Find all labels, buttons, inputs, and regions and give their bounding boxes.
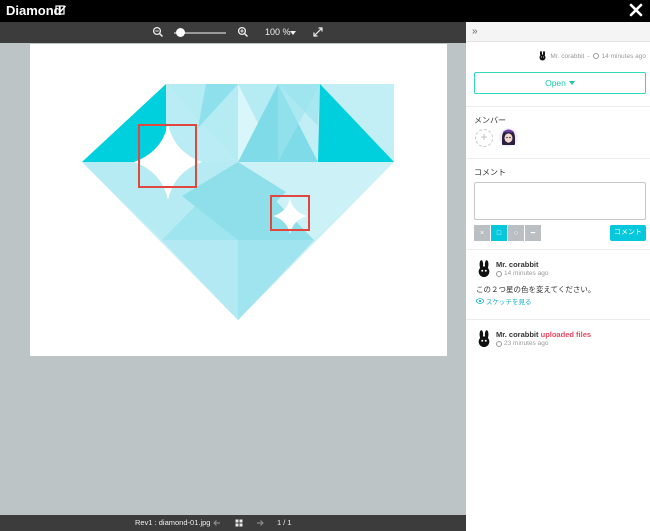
zoom-slider-handle[interactable] bbox=[176, 28, 185, 37]
comments-label: コメント bbox=[474, 168, 506, 177]
diamond-artwork bbox=[82, 84, 394, 320]
status-label: Open bbox=[545, 78, 566, 88]
line-tool-button[interactable]: ━ bbox=[525, 225, 541, 241]
annotation-tool-group: × □ ○ ━ bbox=[474, 225, 542, 241]
meta-user: Mr. corabbit bbox=[550, 52, 585, 60]
activity-time-text: 14 minutes ago bbox=[504, 270, 549, 277]
activity-time: 14 minutes ago bbox=[496, 270, 548, 277]
rabbit-avatar-icon bbox=[478, 260, 490, 277]
panel-header: » bbox=[466, 22, 650, 42]
viewer-footer: Rev1 : diamond-01.jpg 1 / 1 bbox=[0, 515, 466, 531]
rectangle-icon: □ bbox=[496, 229, 502, 237]
member-avatar-image bbox=[499, 128, 518, 147]
edit-icon[interactable] bbox=[55, 4, 67, 16]
image-viewer: 100 % Rev1: diamond-01.jpg 1 / 1 bbox=[0, 22, 466, 531]
chevron-down-icon[interactable] bbox=[290, 31, 296, 35]
document-title: Diamond bbox=[6, 3, 62, 18]
rectangle-tool-button[interactable]: □ bbox=[491, 225, 507, 241]
activity-author: Mr. corabbit uploaded files bbox=[496, 330, 591, 339]
view-sketch-link[interactable]: スケッチを見る bbox=[476, 296, 532, 306]
zoom-level-dropdown[interactable]: 100 % bbox=[265, 27, 291, 37]
divider bbox=[466, 106, 650, 107]
file-name: Rev1 : diamond-01.jpg bbox=[135, 518, 211, 527]
comment-input[interactable] bbox=[474, 182, 646, 220]
meta-time: 14 minutes ago bbox=[601, 52, 646, 60]
clock-icon bbox=[592, 53, 599, 59]
rabbit-avatar-icon bbox=[539, 51, 546, 61]
viewer-toolbar: 100 % bbox=[0, 22, 466, 43]
eye-icon bbox=[476, 298, 484, 304]
clock-icon bbox=[496, 340, 502, 347]
arrow-left-icon[interactable] bbox=[212, 518, 222, 528]
clock-icon bbox=[496, 270, 502, 277]
close-icon: × bbox=[479, 229, 485, 237]
close-icon[interactable] bbox=[628, 2, 644, 18]
activity-time: 23 minutes ago bbox=[496, 340, 548, 347]
activity-author-name: Mr. corabbit bbox=[496, 330, 539, 339]
chevron-down-icon bbox=[568, 81, 575, 85]
circle-tool-button[interactable]: ○ bbox=[508, 225, 524, 241]
title-bar: Diamond bbox=[0, 0, 650, 22]
view-sketch-label: スケッチを見る bbox=[486, 299, 532, 306]
arrow-right-icon[interactable] bbox=[255, 518, 265, 528]
member-avatar[interactable] bbox=[499, 128, 518, 147]
activity-action: uploaded files bbox=[540, 330, 592, 339]
activity-author: Mr. corabbit bbox=[496, 260, 539, 269]
divider bbox=[466, 158, 650, 159]
add-member-button[interactable]: + bbox=[475, 129, 493, 147]
page-counter: 1 / 1 bbox=[277, 518, 292, 527]
line-icon: ━ bbox=[530, 230, 536, 237]
status-dropdown-button[interactable]: Open bbox=[474, 72, 646, 94]
image-canvas[interactable] bbox=[30, 44, 447, 356]
collapse-panel-icon[interactable]: » bbox=[472, 26, 478, 37]
activity-item: Mr. corabbit uploaded files 23 minutes a… bbox=[474, 330, 646, 352]
zoom-out-icon[interactable] bbox=[152, 26, 164, 38]
activity-comment: この２つ星の色を変えてください。 bbox=[476, 285, 596, 294]
upload-meta: Mr. corabbit - 14 minutes ago bbox=[538, 51, 646, 61]
zoom-in-icon[interactable] bbox=[237, 26, 249, 38]
members-label: メンバー bbox=[474, 116, 506, 125]
circle-icon: ○ bbox=[513, 229, 519, 237]
clear-tool-button[interactable]: × bbox=[474, 225, 490, 241]
activity-time-text: 23 minutes ago bbox=[504, 340, 549, 347]
divider bbox=[466, 319, 650, 320]
rabbit-avatar-icon bbox=[478, 330, 490, 347]
submit-comment-button[interactable]: コメント bbox=[610, 225, 646, 241]
divider bbox=[466, 249, 650, 250]
side-panel: » Mr. corabbit - 14 minutes ago Open メンバ… bbox=[466, 22, 650, 531]
activity-item: Mr. corabbit 14 minutes ago この２つ星の色を変えてく… bbox=[474, 260, 646, 310]
fullscreen-icon[interactable] bbox=[312, 26, 324, 38]
grid-view-icon[interactable] bbox=[234, 518, 244, 528]
